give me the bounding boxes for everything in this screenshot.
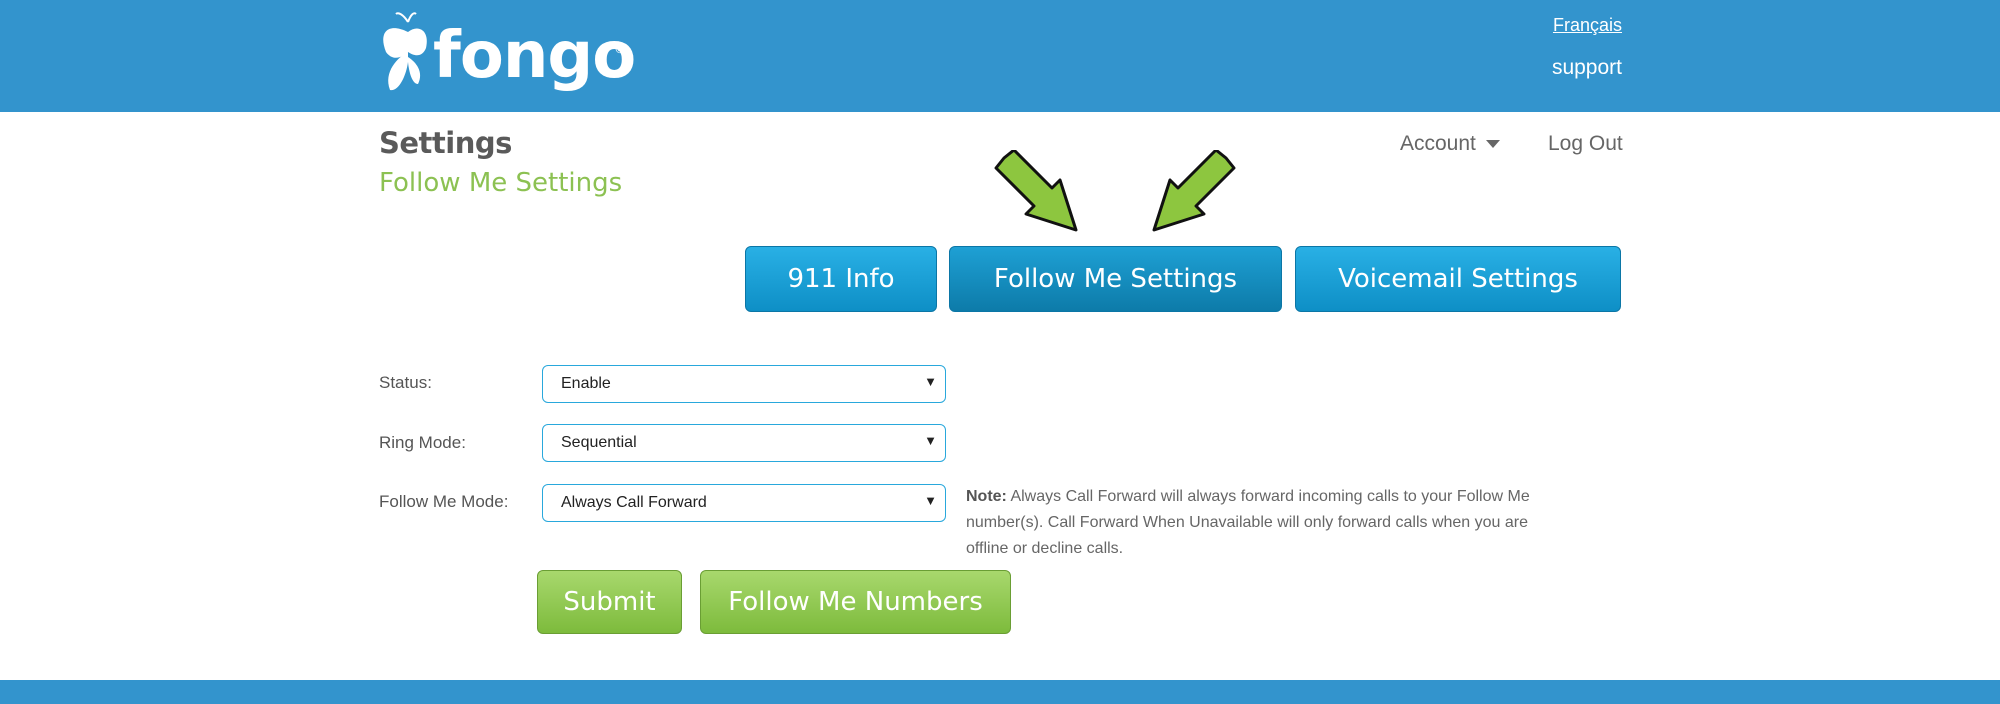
logo-wordmark: fongo — [433, 19, 636, 93]
ring-mode-label: Ring Mode: — [379, 433, 466, 452]
follow-me-mode-label: Follow Me Mode: — [379, 492, 509, 511]
arrow-down-left-icon — [1152, 150, 1236, 232]
tab-label: 911 Info — [787, 264, 895, 294]
follow-me-mode-value: Always Call Forward — [561, 494, 707, 511]
dropdown-arrow-icon: ▼ — [924, 433, 937, 448]
tab-follow-me-settings[interactable]: Follow Me Settings — [949, 246, 1282, 312]
fongo-logo[interactable]: fongo ® — [378, 12, 638, 98]
page-subtitle: Follow Me Settings — [379, 168, 623, 198]
footer-bar — [0, 680, 2000, 704]
ring-mode-value: Sequential — [561, 434, 637, 451]
note-text: Always Call Forward will always forward … — [966, 488, 1530, 557]
header-bar: fongo ® Français support — [0, 0, 2000, 112]
language-link[interactable]: Français — [1553, 15, 1622, 36]
tab-label: Voicemail Settings — [1338, 264, 1578, 294]
submit-label: Submit — [563, 587, 656, 617]
butterfly-icon — [383, 12, 427, 91]
submit-button[interactable]: Submit — [537, 570, 682, 634]
follow-me-numbers-label: Follow Me Numbers — [728, 587, 983, 617]
status-value: Enable — [561, 375, 611, 392]
arrow-down-right-icon — [994, 150, 1078, 232]
account-label: Account — [1400, 132, 1476, 155]
caret-down-icon — [1485, 140, 1500, 149]
note-prefix: Note: — [966, 488, 1007, 505]
annotation-arrows — [994, 150, 1236, 232]
support-link[interactable]: support — [1552, 56, 1622, 80]
logout-link[interactable]: Log Out — [1548, 132, 1623, 156]
tab-voicemail-settings[interactable]: Voicemail Settings — [1295, 246, 1621, 312]
dropdown-arrow-icon: ▼ — [924, 493, 937, 508]
ring-mode-select[interactable]: Sequential ▼ — [542, 424, 946, 462]
status-select[interactable]: Enable ▼ — [542, 365, 946, 403]
logo-registered-mark: ® — [614, 42, 626, 56]
tab-label: Follow Me Settings — [993, 264, 1238, 294]
page-title: Settings — [379, 126, 512, 160]
follow-me-numbers-button[interactable]: Follow Me Numbers — [700, 570, 1011, 634]
dropdown-arrow-icon: ▼ — [924, 374, 937, 389]
follow-me-mode-note: Note: Always Call Forward will always fo… — [966, 484, 1566, 562]
account-menu[interactable]: Account — [1400, 132, 1500, 156]
follow-me-mode-select[interactable]: Always Call Forward ▼ — [542, 484, 946, 522]
tab-911-info[interactable]: 911 Info — [745, 246, 937, 312]
status-label: Status: — [379, 373, 432, 392]
